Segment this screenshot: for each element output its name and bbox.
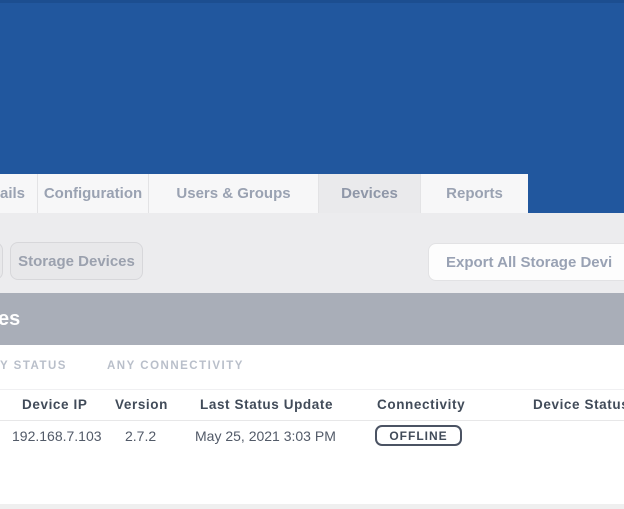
export-all-storage-devices-button[interactable]: Export All Storage Devi xyxy=(428,243,624,281)
column-header-device-status: Device Status xyxy=(533,397,624,412)
tab-label: Devices xyxy=(341,185,398,202)
section-header: es xyxy=(0,293,624,345)
cell-device-ip: 192.168.7.103 xyxy=(12,428,102,444)
section-title-fragment: es xyxy=(0,308,20,331)
tab-configuration[interactable]: Configuration xyxy=(37,174,148,213)
table-top-divider xyxy=(0,389,624,390)
column-header-version: Version xyxy=(115,397,168,412)
tab-label: Users & Groups xyxy=(176,185,290,202)
devices-panel: Y STATUS ANY CONNECTIVITY Device IP Vers… xyxy=(0,345,624,503)
storage-devices-button[interactable]: Storage Devices xyxy=(10,242,143,280)
cell-last-status-update: May 25, 2021 3:03 PM xyxy=(195,428,336,444)
column-header-device-ip: Device IP xyxy=(22,397,87,412)
tab-devices[interactable]: Devices xyxy=(318,174,420,213)
tab-reports[interactable]: Reports xyxy=(420,174,528,213)
bottom-strip xyxy=(0,504,624,509)
tab-label: ails xyxy=(0,185,25,202)
header-top-strip xyxy=(0,0,624,3)
tab-bar: ails Configuration Users & Groups Device… xyxy=(0,174,528,213)
tab-details-partial[interactable]: ails xyxy=(0,174,37,213)
column-header-connectivity: Connectivity xyxy=(377,397,465,412)
table-row[interactable]: 192.168.7.103 2.7.2 May 25, 2021 3:03 PM… xyxy=(0,420,624,458)
cell-version: 2.7.2 xyxy=(125,428,156,444)
toolbar: Storage Devices Export All Storage Devi xyxy=(0,213,624,293)
partial-left-button[interactable] xyxy=(0,242,3,280)
tab-label: Configuration xyxy=(44,185,142,202)
tab-label: Reports xyxy=(446,185,503,202)
status-filter-dropdown[interactable]: Y STATUS xyxy=(0,360,67,372)
column-header-last-status-update: Last Status Update xyxy=(200,397,333,412)
app-window: ails Configuration Users & Groups Device… xyxy=(0,0,624,509)
connectivity-status-badge: OFFLINE xyxy=(375,425,462,446)
tab-users-groups[interactable]: Users & Groups xyxy=(148,174,318,213)
connectivity-filter-dropdown[interactable]: ANY CONNECTIVITY xyxy=(107,360,244,372)
